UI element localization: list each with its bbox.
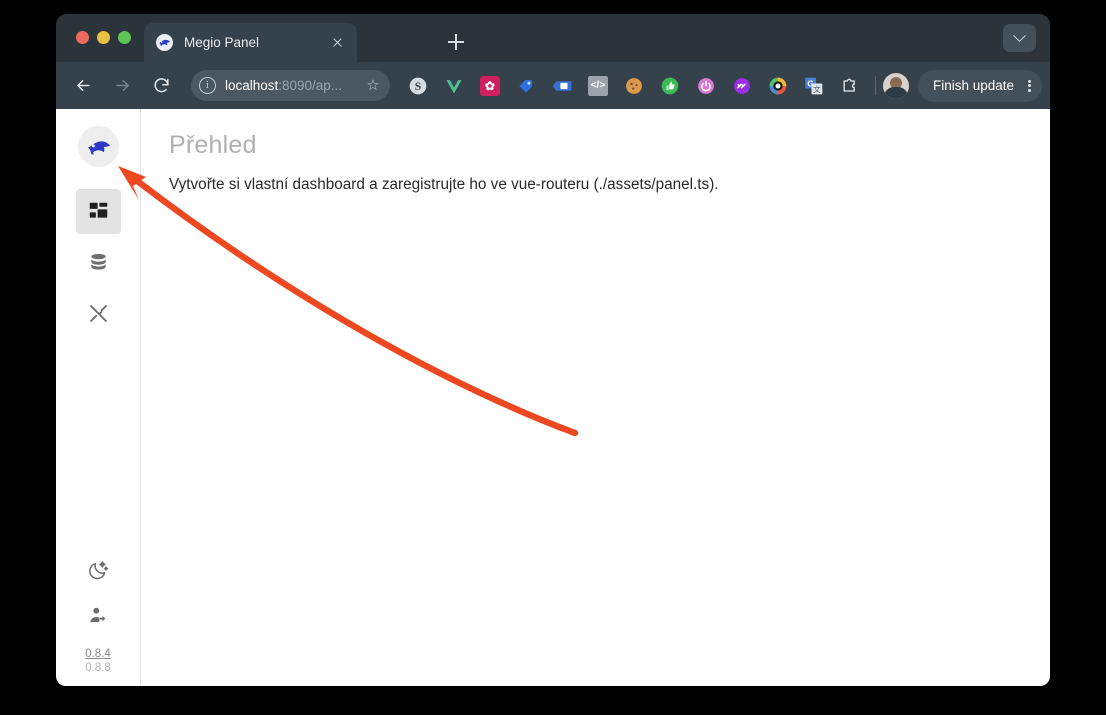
sidebar-item-tools[interactable] (76, 291, 121, 336)
megio-shark-logo[interactable] (77, 126, 119, 167)
sidebar-item-logout[interactable] (76, 593, 121, 638)
shark-logo-icon (156, 34, 173, 51)
tab-list-button[interactable] (1003, 24, 1036, 52)
google-translate-icon[interactable]: G文 (796, 71, 832, 101)
infinity-extension-icon[interactable] (724, 71, 760, 101)
sidebar-item-database[interactable] (76, 240, 121, 285)
extensions-row: S ✿ </> G 文 (400, 71, 909, 101)
bookmark-tag-icon[interactable] (544, 71, 580, 101)
browser-tab-active[interactable]: Megio Panel (144, 23, 357, 62)
app-sidebar: 0.8.4 0.8.8 (56, 109, 141, 686)
sidebar-item-dashboard[interactable] (75, 189, 121, 234)
screen: Megio Panel i localhost:8090/ap... ☆ S ✿… (0, 0, 1106, 715)
page-title: Přehled (169, 131, 257, 159)
grammarly-extension-icon[interactable]: S (400, 71, 436, 101)
avatar-body (883, 86, 908, 99)
camera-ring-extension-icon[interactable] (760, 71, 796, 101)
forward-button[interactable] (107, 70, 138, 102)
browser-menu-icon[interactable] (1022, 77, 1036, 95)
reload-button[interactable] (146, 70, 177, 102)
browser-toolbar: i localhost:8090/ap... ☆ S ✿ </> G 文 Fin… (56, 62, 1050, 109)
sidebar-nav (75, 189, 121, 336)
chevron-down-icon (1013, 28, 1026, 42)
vue-devtools-icon[interactable] (436, 71, 472, 101)
toolbar-divider (874, 76, 876, 95)
extensions-puzzle-icon[interactable] (832, 71, 868, 101)
window-traffic-lights (76, 31, 131, 44)
page-description: Vytvořte si vlastní dashboard a zaregist… (169, 176, 719, 193)
sidebar-bottom: 0.8.4 0.8.8 (56, 548, 140, 686)
address-bar[interactable]: i localhost:8090/ap... ☆ (190, 70, 390, 101)
finish-update-label: Finish update (932, 78, 1015, 93)
cookie-extension-icon[interactable] (616, 71, 652, 101)
version-current-label: 0.8.8 (85, 662, 111, 675)
url-text: localhost:8090/ap... (225, 78, 361, 93)
user-avatar[interactable] (882, 72, 909, 99)
power-extension-icon[interactable] (688, 71, 724, 101)
back-button[interactable] (68, 70, 99, 102)
url-path: :8090/ap... (278, 78, 343, 93)
version-latest-link[interactable]: 0.8.4 (85, 647, 111, 662)
window-maximize-button[interactable] (118, 31, 131, 44)
tab-close-button[interactable] (328, 33, 347, 52)
page-viewport: 0.8.4 0.8.8 Přehled Vytvořte si vlastní … (56, 109, 1050, 686)
url-host: localhost (224, 78, 279, 93)
bookmark-star-icon[interactable]: ☆ (365, 77, 381, 94)
flower-extension-icon[interactable]: ✿ (472, 71, 508, 101)
thumbs-up-extension-icon[interactable] (652, 71, 688, 101)
window-minimize-button[interactable] (97, 31, 110, 44)
tag-extension-icon[interactable] (508, 71, 544, 101)
code-brackets-icon[interactable]: </> (580, 71, 616, 101)
browser-window: Megio Panel i localhost:8090/ap... ☆ S ✿… (56, 14, 1050, 686)
site-info-icon[interactable]: i (198, 77, 216, 94)
tab-title: Megio Panel (184, 35, 260, 50)
svg-text:S: S (415, 80, 421, 93)
window-close-button[interactable] (76, 31, 89, 44)
main-content: Přehled Vytvořte si vlastní dashboard a … (141, 109, 1050, 686)
finish-update-button[interactable]: Finish update (917, 69, 1043, 102)
svg-text:文: 文 (813, 83, 821, 93)
new-tab-button[interactable] (442, 28, 470, 56)
tab-strip: Megio Panel (56, 14, 1050, 62)
sidebar-item-dark-mode[interactable] (76, 548, 121, 593)
version-info: 0.8.4 0.8.8 (85, 647, 111, 676)
